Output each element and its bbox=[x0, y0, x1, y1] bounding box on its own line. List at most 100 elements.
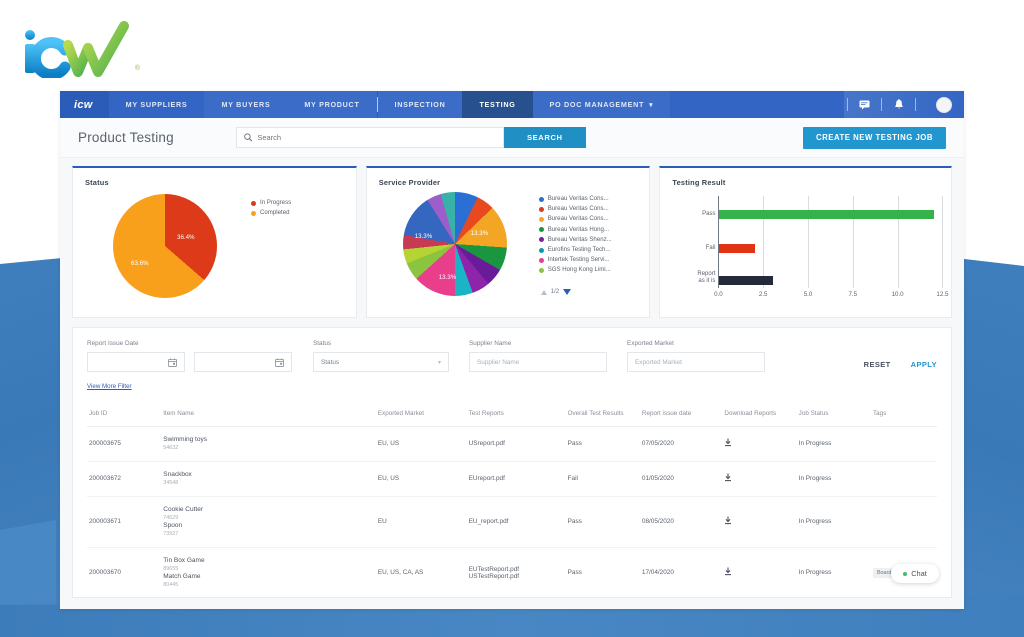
cell-overall-test-results: Pass bbox=[565, 426, 640, 462]
legend-label: Bureau Veritas Cons... bbox=[547, 205, 609, 213]
filter-and-table-panel: Report Issue Date Status Status ▾ Suppli… bbox=[72, 327, 952, 598]
item-name: Tin Box Game bbox=[163, 556, 205, 564]
column-header-job-id[interactable]: Job ID bbox=[87, 404, 162, 427]
bell-icon[interactable] bbox=[892, 98, 905, 111]
search-button[interactable]: SEARCH bbox=[503, 127, 586, 148]
page-header: Product Testing SEARCH CREATE NEW TESTIN… bbox=[60, 118, 964, 158]
status-legend: In Progress Completed bbox=[251, 198, 291, 218]
message-icon[interactable] bbox=[858, 98, 871, 111]
legend-item[interactable]: Completed bbox=[251, 208, 291, 218]
bar-fail[interactable]: Fail bbox=[706, 244, 756, 253]
table-row[interactable]: 200003675 Swimming toys 54632 EU, US USr… bbox=[87, 426, 937, 462]
cell-download-reports[interactable] bbox=[722, 461, 797, 497]
status-select[interactable]: Status ▾ bbox=[313, 352, 449, 372]
nav-item-inspection[interactable]: INSPECTION bbox=[377, 91, 463, 118]
view-more-filter-link[interactable]: View More Filter bbox=[87, 383, 132, 390]
legend-item[interactable]: SGS Hong Kong Limi... bbox=[538, 265, 612, 275]
column-header-tags[interactable]: Tags bbox=[870, 404, 937, 427]
cell-test-reports[interactable]: USreport.pdf bbox=[466, 426, 566, 462]
table-row[interactable]: 200003670 Tin Box Game 89655 Match Game … bbox=[87, 547, 937, 597]
supplier-name-input[interactable]: Supplier Name bbox=[469, 352, 607, 372]
status-slice-label-completed: 63.6% bbox=[131, 260, 149, 267]
legend-item[interactable]: Bureau Veritas Cons... bbox=[538, 194, 612, 204]
nav-brand-logo[interactable]: icw bbox=[60, 91, 109, 118]
legend-item[interactable]: Eurofins Testing Tech... bbox=[538, 245, 612, 255]
legend-item[interactable]: Bureau Veritas Cons... bbox=[538, 204, 612, 214]
cell-job-id: 200003670 bbox=[87, 547, 162, 597]
search-box[interactable] bbox=[235, 127, 504, 148]
item-code: 74629 bbox=[163, 514, 179, 521]
item-name: Match Game bbox=[163, 572, 201, 580]
reset-button[interactable]: RESET bbox=[864, 360, 891, 369]
legend-label: Intertek Testing Servi... bbox=[547, 256, 610, 264]
filter-actions: RESET APPLY bbox=[864, 360, 937, 372]
apply-button[interactable]: APPLY bbox=[911, 360, 937, 369]
nav-divider-1 bbox=[847, 98, 848, 111]
avatar[interactable] bbox=[936, 96, 952, 113]
nav-item-my-buyers[interactable]: MY BUYERS bbox=[204, 91, 288, 118]
cell-exported-market: EU bbox=[375, 496, 467, 548]
icw-logo: ® bbox=[16, 20, 146, 80]
legend-item[interactable]: Bureau Veritas Hong... bbox=[538, 225, 612, 235]
bar-pass[interactable]: Pass bbox=[702, 210, 935, 219]
cell-tags bbox=[870, 426, 937, 462]
cell-download-reports[interactable] bbox=[722, 547, 797, 597]
create-new-testing-job-button[interactable]: CREATE NEW TESTING JOB bbox=[803, 126, 946, 149]
column-header-job-status[interactable]: Job Status bbox=[796, 404, 871, 427]
table-row[interactable]: 200003671 Cookie Cutter 74629 Spoon 7392… bbox=[87, 496, 937, 548]
download-icon bbox=[725, 438, 732, 447]
column-header-test-reports[interactable]: Test Reports bbox=[466, 404, 566, 427]
search-input[interactable] bbox=[257, 133, 496, 142]
legend-item[interactable]: Bureau Veritas Shenz... bbox=[538, 235, 612, 245]
column-header-item-name[interactable]: Item Name bbox=[161, 404, 376, 427]
exported-market-input[interactable]: Exported Market bbox=[627, 352, 765, 372]
legend-item[interactable]: Intertek Testing Servi... bbox=[538, 255, 612, 265]
report-issue-date-to-input[interactable] bbox=[194, 352, 292, 372]
registered-mark: ® bbox=[134, 65, 140, 72]
cell-test-reports[interactable]: EUreport.pdf bbox=[466, 461, 566, 497]
bar-category-label: Fail bbox=[705, 245, 716, 251]
card-testing-result-title: Testing Result bbox=[672, 178, 726, 187]
page-title: Product Testing bbox=[78, 130, 174, 145]
test-report-link[interactable]: USTestReport.pdf bbox=[469, 573, 564, 580]
slide: ® icw MY SUPPLIERS MY BUYERS MY PRODUCT … bbox=[0, 0, 1024, 637]
nav-item-po-doc-management[interactable]: PO DOC MANAGEMENT ▾ bbox=[532, 91, 671, 118]
calendar-icon bbox=[275, 357, 284, 367]
page-indicator: 1/2 bbox=[550, 289, 560, 295]
cell-test-reports[interactable]: EUTestReport.pdf USTestReport.pdf bbox=[466, 547, 566, 597]
table-row[interactable]: 200003672 Snackbox 34548 EU, US EUreport… bbox=[87, 461, 937, 497]
table-body: 200003675 Swimming toys 54632 EU, US USr… bbox=[87, 426, 937, 597]
bar-category-label: Pass bbox=[702, 211, 716, 217]
chat-widget[interactable]: Chat bbox=[891, 564, 939, 583]
test-report-link[interactable]: EUTestReport.pdf bbox=[469, 566, 564, 573]
exported-market-placeholder: Exported Market bbox=[635, 358, 682, 366]
cell-overall-test-results: Fail bbox=[565, 461, 640, 497]
bar-category-label: Report as it is bbox=[697, 271, 716, 284]
legend-label: Eurofins Testing Tech... bbox=[547, 246, 611, 254]
nav-item-testing[interactable]: TESTING bbox=[462, 91, 533, 118]
bar-report-as-it-is[interactable]: Report as it is bbox=[697, 271, 774, 285]
filter-row: Report Issue Date Status Status ▾ Suppli… bbox=[87, 340, 937, 372]
column-header-exported-market[interactable]: Exported Market bbox=[375, 404, 467, 427]
page-up-icon[interactable] bbox=[540, 289, 547, 295]
filter-status: Status Status ▾ bbox=[313, 340, 449, 372]
column-header-download-reports[interactable]: Download Reports bbox=[722, 404, 797, 427]
nav-item-my-product[interactable]: MY PRODUCT bbox=[287, 91, 377, 118]
cell-test-reports[interactable]: EU_report.pdf bbox=[466, 496, 566, 548]
nav-item-my-suppliers[interactable]: MY SUPPLIERS bbox=[108, 91, 205, 118]
legend-item[interactable]: In Progress bbox=[251, 198, 291, 208]
download-icon bbox=[725, 473, 732, 482]
legend-label: Bureau Veritas Cons... bbox=[547, 215, 609, 223]
filter-label: Report Issue Date bbox=[87, 340, 139, 347]
cell-exported-market: EU, US, CA, AS bbox=[375, 547, 467, 597]
report-issue-date-from-input[interactable] bbox=[87, 352, 185, 372]
nav-item-po-doc-management-label: PO DOC MANAGEMENT bbox=[549, 100, 645, 109]
page-down-icon[interactable] bbox=[563, 289, 572, 295]
card-service-provider-title: Service Provider bbox=[378, 178, 441, 187]
column-header-overall-test-results[interactable]: Overall Test Results bbox=[565, 404, 640, 427]
legend-item[interactable]: Bureau Veritas Cons... bbox=[538, 214, 612, 224]
column-header-report-issue-date[interactable]: Report issue date bbox=[639, 404, 723, 427]
filter-label: Status bbox=[313, 340, 332, 347]
cell-download-reports[interactable] bbox=[722, 426, 797, 462]
cell-download-reports[interactable] bbox=[722, 496, 797, 548]
